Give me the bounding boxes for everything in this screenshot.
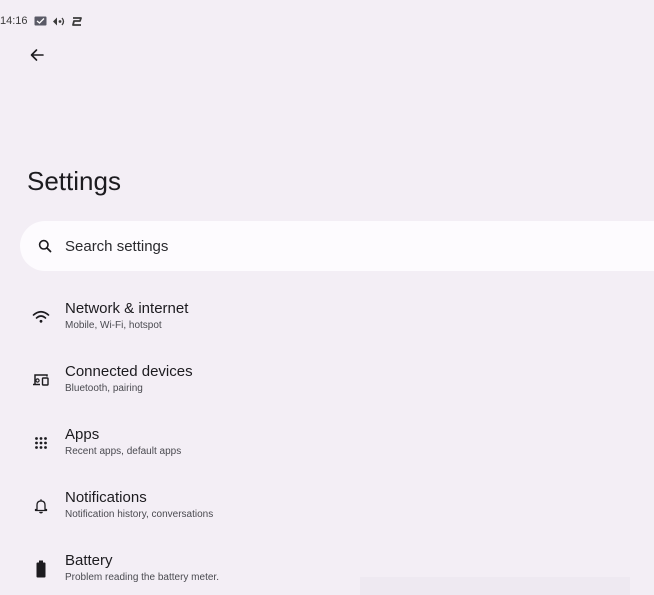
- settings-item-title: Battery: [65, 552, 113, 569]
- settings-item-notifications[interactable]: Notifications Notification history, conv…: [0, 481, 654, 544]
- sync-icon: [70, 15, 84, 27]
- settings-item-apps[interactable]: Apps Recent apps, default apps: [0, 418, 654, 481]
- settings-screen: 14:16 Settings Search settings Network &…: [0, 0, 654, 595]
- settings-item-title: Connected devices: [65, 363, 193, 380]
- connected-devices-icon: [28, 367, 54, 393]
- apps-grid-icon: [28, 430, 54, 456]
- status-time: 14:16: [0, 15, 28, 27]
- search-placeholder: Search settings: [65, 237, 169, 255]
- settings-item-subtitle: Problem reading the battery meter.: [65, 572, 219, 583]
- settings-item-subtitle: Bluetooth, pairing: [65, 383, 143, 394]
- settings-item-connected-devices[interactable]: Connected devices Bluetooth, pairing: [0, 355, 654, 418]
- settings-list: Network & internet Mobile, Wi-Fi, hotspo…: [0, 292, 654, 595]
- status-bar: 14:16: [0, 12, 84, 30]
- arrow-back-icon: [30, 49, 44, 61]
- settings-item-subtitle: Notification history, conversations: [65, 509, 214, 520]
- signal-icon: [52, 15, 66, 27]
- bottom-shade: [360, 577, 630, 595]
- search-input[interactable]: Search settings: [20, 221, 654, 271]
- settings-item-title: Apps: [65, 426, 100, 443]
- battery-icon: [28, 556, 54, 582]
- back-button[interactable]: [24, 42, 50, 68]
- settings-item-title: Network & internet: [65, 300, 189, 317]
- bell-icon: [28, 493, 54, 519]
- page-title: Settings: [27, 166, 121, 196]
- settings-item-subtitle: Recent apps, default apps: [65, 446, 182, 457]
- settings-item-network[interactable]: Network & internet Mobile, Wi-Fi, hotspo…: [0, 292, 654, 355]
- search-icon: [37, 238, 53, 254]
- settings-item-subtitle: Mobile, Wi-Fi, hotspot: [65, 320, 162, 331]
- message-icon: [34, 15, 48, 27]
- settings-item-title: Notifications: [65, 489, 147, 506]
- wifi-icon: [28, 304, 54, 330]
